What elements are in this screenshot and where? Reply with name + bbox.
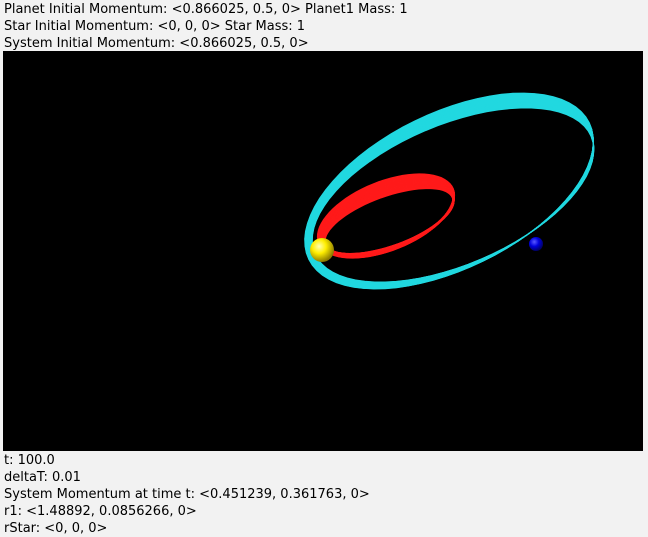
- header-line-1: Planet Initial Momentum: <0.866025, 0.5,…: [4, 1, 408, 18]
- simulation-canvas[interactable]: [3, 51, 643, 451]
- time-readout: t: 100.0: [4, 453, 55, 468]
- star-trail-loop: [322, 184, 455, 256]
- planet-sphere: [529, 237, 543, 251]
- star-mass: Star Mass: 1: [224, 19, 306, 34]
- star-sphere: [310, 238, 334, 262]
- r1-readout: r1: <1.48892, 0.0856266, 0>: [4, 504, 197, 519]
- planet-initial-momentum: Planet Initial Momentum: <0.866025, 0.5,…: [4, 2, 301, 17]
- star-trail-loop: [322, 185, 455, 256]
- star-trail-loop: [323, 186, 455, 256]
- star-initial-momentum: Star Initial Momentum: <0, 0, 0>: [4, 19, 221, 34]
- orbit-scene: [3, 51, 643, 451]
- planet1-mass: Planet1 Mass: 1: [305, 2, 408, 17]
- star-trail-loop: [323, 186, 455, 256]
- rstar-readout: rStar: <0, 0, 0>: [4, 521, 108, 536]
- system-initial-momentum: System Initial Momentum: <0.866025, 0.5,…: [4, 36, 309, 51]
- star-trail-loop: [322, 185, 455, 256]
- delta-t-readout: deltaT: 0.01: [4, 470, 81, 485]
- system-momentum-readout: System Momentum at time t: <0.451239, 0.…: [4, 487, 370, 502]
- header-line-2: Star Initial Momentum: <0, 0, 0> Star Ma…: [4, 18, 305, 35]
